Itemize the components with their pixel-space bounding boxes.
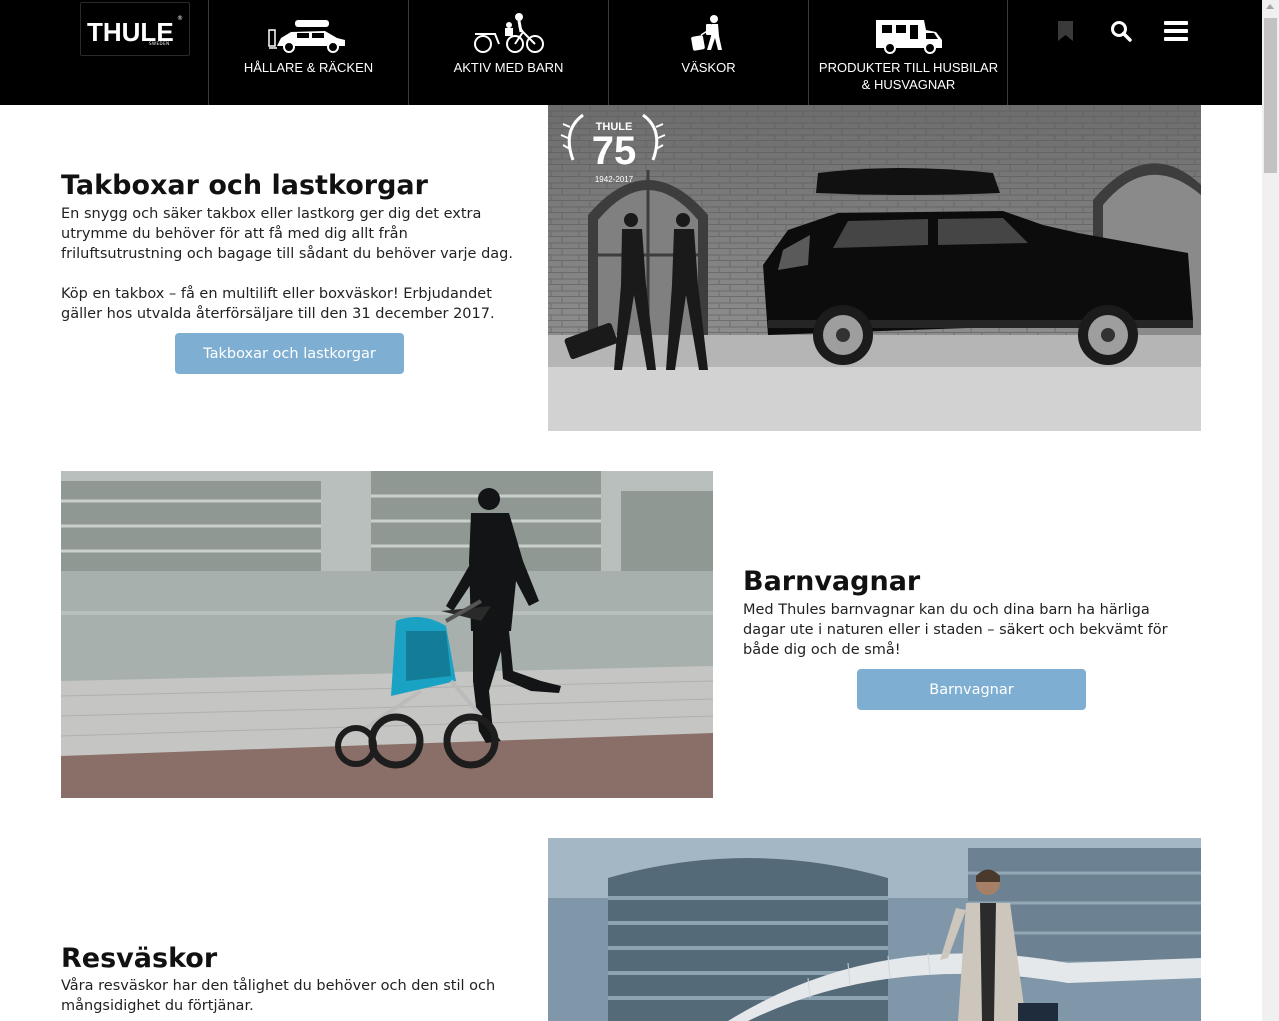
- section-text-takboxar-2: Köp en takbox – få en multilift eller bo…: [61, 286, 495, 322]
- stroller-runner-photo: [61, 471, 713, 798]
- registered-mark: ®: [177, 15, 183, 22]
- section-text-takboxar-1: En snygg och säker takbox eller lastkorg…: [61, 206, 513, 262]
- nav-item-vaskor[interactable]: VÄSKOR: [608, 0, 808, 105]
- logo-subtext: SWEDEN: [149, 41, 170, 46]
- badge-years: 1942-2017: [594, 175, 634, 184]
- nav-label: HÅLLARE & RÄCKEN: [243, 60, 374, 75]
- takboxar-button[interactable]: Takboxar och lastkorgar: [175, 333, 404, 374]
- bike-child-trailer-icon: [409, 12, 608, 54]
- badge-number: 75: [591, 129, 637, 173]
- search-icon[interactable]: [1110, 20, 1132, 46]
- nav-divider: [1007, 0, 1008, 105]
- bookmark-icon[interactable]: [1057, 20, 1074, 46]
- nav-item-aktiv-med-barn[interactable]: AKTIV MED BARN: [408, 0, 608, 105]
- nav-label: PRODUKTER TILL HUSBILAR & HUSVAGNAR: [818, 60, 999, 92]
- nav-label: AKTIV MED BARN: [453, 60, 564, 75]
- hamburger-menu-icon[interactable]: [1164, 21, 1188, 45]
- thule-logo[interactable]: THULE ® SWEDEN: [80, 2, 190, 56]
- hiker-luggage-icon: [609, 12, 808, 54]
- car-roof-rack-icon: [209, 12, 408, 54]
- section-title-takboxar: Takboxar och lastkorgar: [61, 170, 428, 201]
- scrollbar-thumb[interactable]: [1264, 18, 1277, 173]
- section-text-barnvagnar: Med Thules barnvagnar kan du och dina ba…: [743, 602, 1168, 658]
- section-title-barnvagnar: Barnvagnar: [743, 566, 921, 597]
- motorhome-icon: [809, 12, 1008, 54]
- roof-box-car-photo: THULE 75 1942-2017: [548, 105, 1201, 431]
- nav-item-husbilar-husvagnar[interactable]: PRODUKTER TILL HUSBILAR & HUSVAGNAR: [808, 0, 1008, 105]
- luggage-man-photo: [548, 838, 1201, 1021]
- nav-label: VÄSKOR: [681, 60, 736, 75]
- barnvagnar-button[interactable]: Barnvagnar: [857, 669, 1086, 710]
- page-scrollbar[interactable]: [1262, 0, 1279, 1021]
- nav-item-hallare-racken[interactable]: HÅLLARE & RÄCKEN: [208, 0, 408, 105]
- section-text-resvaskor: Våra resväskor har den tålighet du behöv…: [61, 978, 496, 1014]
- top-navigation: THULE ® SWEDEN HÅLLARE & RÄCKEN AKTIV ME…: [0, 0, 1262, 105]
- scroll-up-arrow-icon[interactable]: [1266, 4, 1274, 9]
- section-title-resvaskor: Resväskor: [61, 943, 218, 974]
